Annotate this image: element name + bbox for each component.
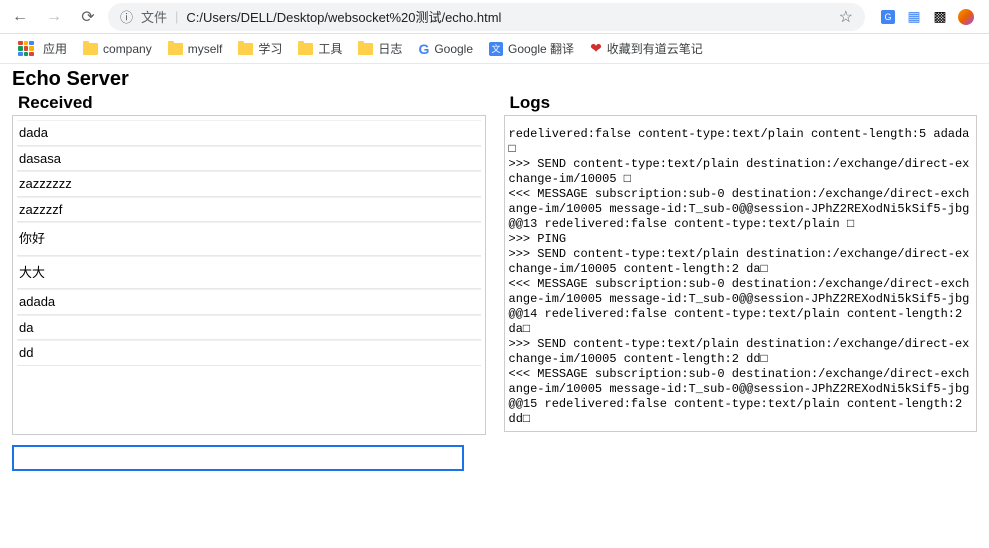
address-bar[interactable]: ⓘ 文件 | C:/Users/DELL/Desktop/websocket%2… — [108, 3, 865, 31]
info-icon: ⓘ — [120, 7, 133, 26]
reload-button[interactable]: ⟳ — [74, 3, 102, 31]
apps-icon — [18, 41, 34, 57]
folder-icon — [298, 43, 313, 55]
addr-url: C:/Users/DELL/Desktop/websocket%20测试/ech… — [186, 7, 501, 26]
bookmark-label: 学习 — [258, 40, 282, 57]
logs-heading: Logs — [510, 93, 978, 113]
received-item: zazzzzf — [17, 197, 481, 223]
browser-toolbar: ← → ⟳ ⓘ 文件 | C:/Users/DELL/Desktop/webso… — [0, 0, 989, 34]
folder-icon — [238, 43, 253, 55]
received-heading: Received — [18, 93, 486, 113]
received-item: dasasa — [17, 146, 481, 172]
google-icon: G — [418, 41, 429, 57]
forward-button[interactable]: → — [40, 3, 68, 31]
bookmark-star-icon[interactable]: ☆ — [839, 7, 853, 27]
bookmark-folder[interactable]: 工具 — [290, 36, 350, 61]
logs-panel[interactable]: redelivered:false content-type:text/plai… — [504, 115, 978, 432]
firefox-ext-icon[interactable] — [957, 8, 975, 26]
translate-ext-icon[interactable]: G — [879, 8, 897, 26]
page-content: Echo Server Received dadadasasazazzzzzzz… — [0, 64, 989, 475]
received-item: dada — [17, 120, 481, 146]
folder-icon — [83, 43, 98, 55]
received-panel: dadadasasazazzzzzzzazzzzf你好大大adadadadd — [12, 115, 486, 435]
bookmark-label: 工具 — [318, 40, 342, 57]
page-title: Echo Server — [12, 68, 977, 91]
bookmark-youdao[interactable]: ❤ 收藏到有道云笔记 — [582, 36, 711, 61]
grid-ext-icon[interactable]: ▦ — [905, 8, 923, 26]
received-item: adada — [17, 289, 481, 315]
bookmark-google[interactable]: G Google — [410, 37, 481, 61]
bookmark-label: 日志 — [378, 40, 402, 57]
bookmark-label: myself — [188, 42, 223, 56]
message-input[interactable] — [12, 445, 464, 471]
received-item: da — [17, 315, 481, 341]
apps-shortcut[interactable]: 应用 — [10, 36, 75, 61]
bookmark-google-translate[interactable]: 文 Google 翻译 — [481, 36, 582, 61]
translate-icon: 文 — [489, 42, 503, 56]
qr-ext-icon[interactable]: ▩ — [931, 8, 949, 26]
bookmark-folder[interactable]: company — [75, 38, 160, 60]
folder-icon — [168, 43, 183, 55]
logs-text: redelivered:false content-type:text/plai… — [509, 127, 973, 427]
bookmarks-bar: 应用 company myself 学习 工具 日志 G Google 文 Google… — [0, 34, 989, 64]
received-item: zazzzzzz — [17, 171, 481, 197]
bookmark-folder[interactable]: myself — [160, 38, 231, 60]
received-item: 大大 — [17, 256, 481, 290]
received-item: dd — [17, 340, 481, 366]
back-button[interactable]: ← — [6, 3, 34, 31]
bookmark-folder[interactable]: 日志 — [350, 36, 410, 61]
addr-prefix: 文件 — [141, 7, 167, 26]
folder-icon — [358, 43, 373, 55]
youdao-icon: ❤ — [590, 40, 602, 57]
bookmark-label: company — [103, 42, 152, 56]
bookmark-folder[interactable]: 学习 — [230, 36, 290, 61]
received-item: 你好 — [17, 222, 481, 256]
extensions: G ▦ ▩ — [871, 8, 983, 26]
